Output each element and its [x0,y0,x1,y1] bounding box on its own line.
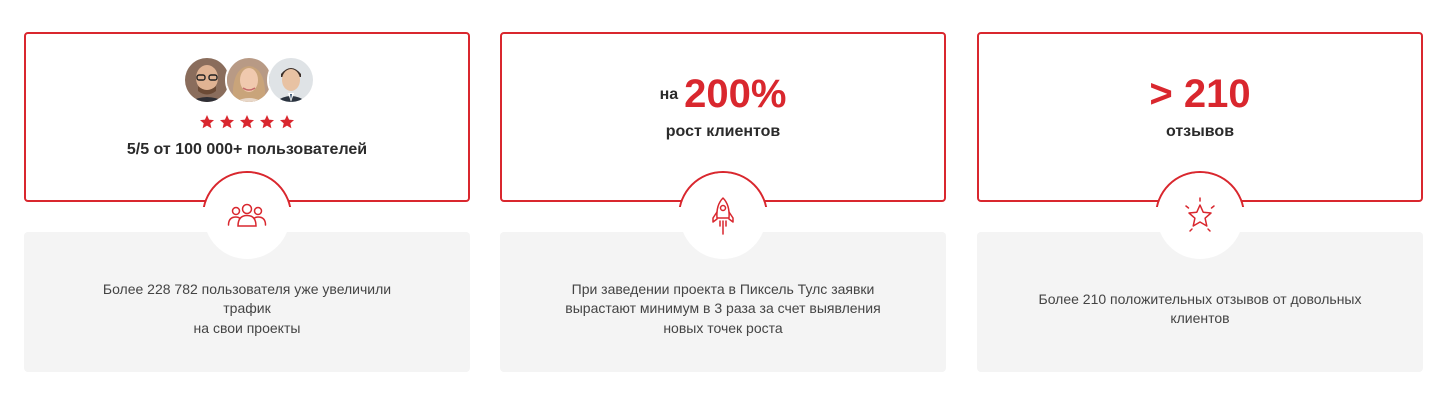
star-icon [260,115,274,129]
rating-stars [26,114,468,130]
star-icon [280,115,294,129]
stat-label: отзывов [1165,123,1235,140]
avatar [183,56,231,104]
stat-prefix: на [659,86,679,103]
stat-line: > 210 [979,70,1421,127]
description-text: При заведении проекта в Пиксель Тулс зая… [565,280,881,336]
star-icon [240,115,254,129]
users-group-icon [222,195,272,237]
stat-block-reviews: > 210 отзывов Более 210 положительных от… [977,32,1423,372]
description-text: Более 210 положительных отзывов от довол… [1038,290,1362,327]
star-icon [220,115,234,129]
description-text: Более 228 782 пользователя уже увеличили… [102,280,392,336]
avatar [267,56,315,104]
star-icon [200,115,214,129]
stat-block-growth: на 200% рост клиентов При заведении проек… [500,32,946,372]
stat-label: рост клиентов [665,123,781,140]
rating-text: 5/5 от 100 000+ пользователей [126,141,368,158]
avatar [225,56,273,104]
stat-block-users: 5/5 от 100 000+ пользователей Более 228 … [24,32,470,372]
stat-value: 200% [684,72,787,116]
stat-line: на 200% [502,70,944,127]
star-outline-icon [1175,195,1225,237]
rocket-icon [698,195,748,237]
avatar-group [183,56,315,106]
stat-value: > 210 [1149,72,1251,116]
